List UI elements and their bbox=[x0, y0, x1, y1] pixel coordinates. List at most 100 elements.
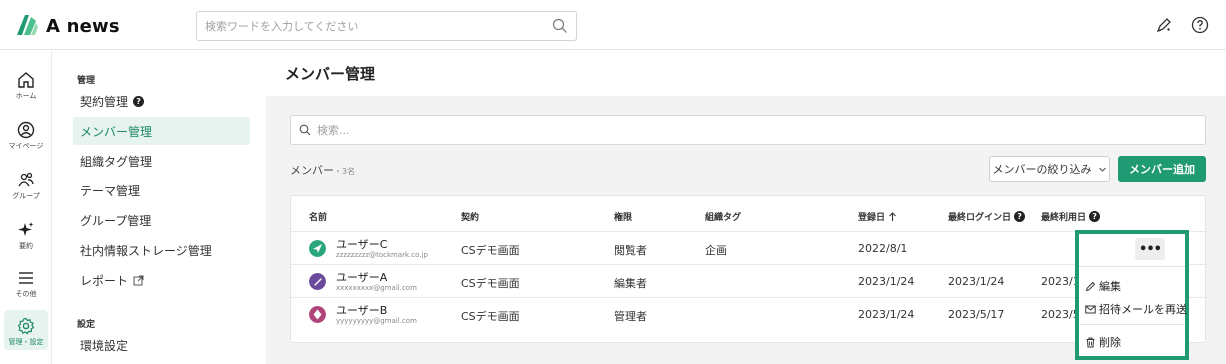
filter-label: メンバーの絞り込み bbox=[992, 163, 1092, 176]
members-heading: メンバー・3名 bbox=[290, 162, 355, 178]
home-icon bbox=[18, 72, 34, 88]
cell-last-use: 2023/1 bbox=[1041, 275, 1080, 288]
rail-item-summary[interactable]: 要約 bbox=[0, 221, 52, 251]
rail-item-mypage[interactable]: マイページ bbox=[0, 121, 52, 151]
avatar bbox=[309, 273, 326, 290]
column-header-last-login: 最終ログイン日 ? bbox=[948, 210, 1026, 223]
sidebar-item-members[interactable]: メンバー管理 bbox=[73, 117, 250, 145]
user-name: ユーザーC bbox=[336, 238, 388, 251]
sidebar-item-contract[interactable]: 契約管理 ? bbox=[73, 87, 250, 115]
cell-last-login: 2023/1/24 bbox=[948, 275, 1005, 288]
sidebar-item-org-tags[interactable]: 組織タグ管理 bbox=[73, 147, 250, 175]
members-label: メンバー bbox=[290, 164, 334, 177]
sparkle-icon bbox=[18, 222, 34, 236]
cell-last-login: 2023/5/17 bbox=[948, 308, 1005, 321]
rail-label: ホーム bbox=[15, 92, 37, 100]
rail-label: 管理・設定 bbox=[8, 338, 44, 346]
menu-icon bbox=[19, 272, 33, 284]
table-row[interactable]: ユーザーC zzzzzzzzz@tockmark.co.jp CSデモ画面 閲覧… bbox=[291, 231, 1207, 264]
user-email: zzzzzzzzz@tockmark.co.jp bbox=[336, 251, 428, 259]
menu-divider bbox=[1079, 324, 1185, 325]
cell-last-use: 2023/5 bbox=[1041, 308, 1080, 321]
rail-item-other[interactable]: その他 bbox=[0, 269, 52, 299]
table-row[interactable]: ユーザーA xxxxxxxxx@gmail.com CSデモ画面 編集者 202… bbox=[291, 264, 1207, 297]
main-header: メンバー管理 bbox=[266, 51, 1226, 96]
column-header-role: 権限 bbox=[614, 210, 632, 223]
member-search-input[interactable] bbox=[317, 123, 1197, 137]
column-header-tag: 組織タグ bbox=[705, 210, 741, 223]
rail-label: 要約 bbox=[19, 242, 33, 250]
external-link-icon bbox=[133, 275, 144, 285]
help-icon[interactable]: ? bbox=[133, 95, 145, 107]
search-icon bbox=[299, 124, 311, 136]
rail-label: その他 bbox=[15, 290, 37, 298]
rail-item-home[interactable]: ホーム bbox=[0, 71, 52, 101]
sidebar-item-environment[interactable]: 環境設定 bbox=[73, 331, 250, 359]
member-search[interactable] bbox=[290, 115, 1206, 145]
add-member-button[interactable]: メンバー追加 bbox=[1118, 156, 1206, 182]
menu-item-edit[interactable]: 編集 bbox=[1085, 278, 1121, 294]
cell-role: 閲覧者 bbox=[614, 244, 647, 257]
sidebar-section-admin: 管理 bbox=[77, 76, 96, 86]
menu-item-label: 招待メールを再送 bbox=[1099, 303, 1187, 316]
mail-icon bbox=[1085, 305, 1096, 313]
gear-icon bbox=[17, 317, 35, 335]
column-header-name: 名前 bbox=[309, 210, 327, 223]
members-table: 名前 契約 権限 組織タグ 登録日 最終ログイン日 ? 最終利用日 ? ユーザー… bbox=[290, 195, 1207, 343]
menu-item-delete[interactable]: 削除 bbox=[1085, 334, 1121, 350]
sidebar-item-label: 契約管理 bbox=[80, 94, 129, 109]
trash-icon bbox=[1086, 337, 1095, 347]
menu-item-label: 編集 bbox=[1099, 280, 1121, 293]
sidebar-item-label: レポート bbox=[80, 273, 129, 288]
sidebar-item-storage[interactable]: 社内情報ストレージ管理 bbox=[73, 236, 250, 264]
cell-contract: CSデモ画面 bbox=[461, 277, 520, 290]
sidebar-item-groups[interactable]: グループ管理 bbox=[73, 206, 250, 234]
page-title: メンバー管理 bbox=[285, 65, 376, 83]
sidebar-item-themes[interactable]: テーマ管理 bbox=[73, 176, 250, 204]
logo[interactable]: A news bbox=[14, 13, 120, 39]
sort-asc-icon[interactable] bbox=[888, 211, 897, 222]
column-header-label: 契約 bbox=[461, 213, 480, 223]
column-header-label: 権限 bbox=[614, 213, 633, 223]
table-row[interactable]: ユーザーB yyyyyyyyy@gmail.com CSデモ画面 管理者 202… bbox=[291, 297, 1207, 330]
group-icon bbox=[18, 172, 34, 187]
sidebar-item-label: メンバー管理 bbox=[80, 124, 153, 139]
cell-registered: 2022/8/1 bbox=[858, 242, 908, 255]
pen-icon[interactable] bbox=[1155, 16, 1173, 34]
menu-item-resend-invite[interactable]: 招待メールを再送 bbox=[1085, 301, 1187, 317]
sidebar-item-report[interactable]: レポート bbox=[73, 266, 250, 294]
help-icon[interactable]: ? bbox=[1014, 211, 1026, 222]
help-icon[interactable]: ? bbox=[1089, 211, 1101, 222]
header-search[interactable] bbox=[196, 11, 577, 41]
rail-item-group[interactable]: グループ bbox=[0, 171, 52, 201]
cell-contract: CSデモ画面 bbox=[461, 244, 520, 257]
chevron-down-icon bbox=[1098, 167, 1106, 172]
avatar bbox=[309, 306, 326, 323]
admin-sidebar: 管理 契約管理 ? メンバー管理 組織タグ管理 テーマ管理 グループ管理 社内情… bbox=[52, 51, 266, 364]
column-header-label: 登録日 bbox=[858, 213, 886, 223]
search-icon[interactable] bbox=[552, 18, 568, 34]
user-name: ユーザーB bbox=[336, 304, 388, 317]
sidebar-section-settings: 設定 bbox=[77, 320, 96, 330]
member-filter-dropdown[interactable]: メンバーの絞り込み bbox=[989, 156, 1110, 182]
column-header-label: 組織タグ bbox=[705, 213, 742, 223]
sidebar-item-label: テーマ管理 bbox=[80, 183, 141, 198]
sidebar-item-label: 環境設定 bbox=[80, 338, 129, 353]
user-email: yyyyyyyyy@gmail.com bbox=[336, 317, 417, 325]
pencil-icon bbox=[1085, 281, 1096, 291]
rail-item-admin[interactable]: 管理・設定 bbox=[4, 310, 48, 350]
members-count: ・3名 bbox=[334, 167, 356, 176]
user-email: xxxxxxxxx@gmail.com bbox=[336, 284, 417, 292]
sidebar-item-label: グループ管理 bbox=[80, 213, 152, 228]
sidebar-item-label: 社内情報ストレージ管理 bbox=[80, 243, 212, 258]
column-header-last-use: 最終利用日 ? bbox=[1041, 210, 1101, 223]
user-name: ユーザーA bbox=[336, 271, 388, 284]
help-icon[interactable] bbox=[1191, 16, 1209, 34]
menu-item-label: 削除 bbox=[1099, 336, 1121, 349]
more-actions-button[interactable]: ••• bbox=[1135, 238, 1165, 260]
sidebar-item-label: 組織タグ管理 bbox=[80, 154, 153, 169]
logo-text: A news bbox=[46, 15, 120, 37]
rail-label: グループ bbox=[12, 192, 40, 200]
header-search-input[interactable] bbox=[205, 19, 552, 33]
column-header-registered[interactable]: 登録日 bbox=[858, 210, 897, 223]
